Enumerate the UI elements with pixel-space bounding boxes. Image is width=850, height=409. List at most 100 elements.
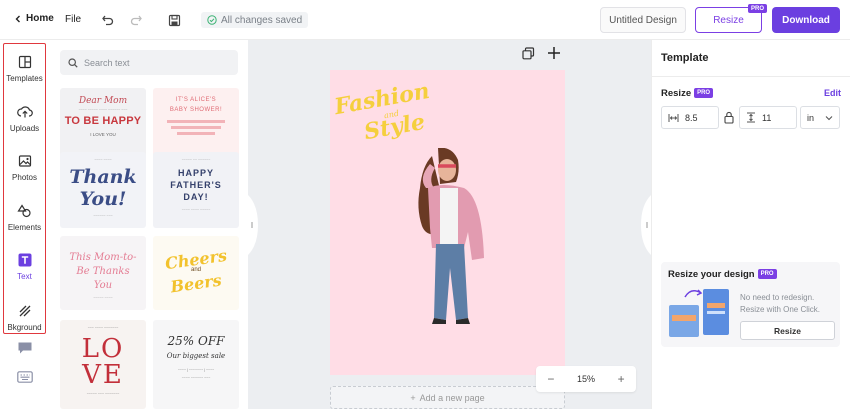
height-icon (747, 112, 755, 123)
card-text: Be Thanks (76, 266, 130, 277)
feedback-icon[interactable] (17, 341, 33, 355)
rail-label: Text (17, 271, 32, 281)
file-menu[interactable]: File (65, 14, 81, 25)
save-status: All changes saved (201, 12, 309, 28)
rail-item-text[interactable]: Text (3, 242, 46, 290)
template-card-sale[interactable]: 25% OFF Our biggest sale ~~~~ | ~~~~~~~ … (153, 320, 239, 409)
keyboard-icon[interactable] (17, 370, 33, 384)
card-text: HAPPY (177, 168, 214, 178)
card-line (167, 120, 225, 123)
card-fine-print: ~~~~~ ~~~~ (93, 296, 113, 300)
template-card-mom-to-be[interactable]: This Mom-to- Be Thanks You ~~~~~ ~~~~ (60, 236, 146, 310)
card-text: Our biggest sale (166, 352, 226, 360)
resize-heading: Resize (661, 88, 692, 99)
width-field[interactable]: 8.5 (661, 106, 719, 129)
unit-select[interactable]: in (800, 106, 840, 129)
template-card-baby-shower[interactable]: IT'S ALICE'S BABY SHOWER! (153, 88, 239, 162)
card-fine-print: ~~~~~~ ~~~ (93, 214, 113, 218)
card-text: You (93, 280, 113, 291)
search-input[interactable]: Search text (84, 58, 130, 68)
model-photo[interactable] (402, 148, 502, 324)
template-card-dear-mom[interactable]: Dear Mom ~~~~ ~~~~~ ~~~~ ~~~~~~ ~~~ TO B… (60, 88, 146, 162)
card-text: FATHER'S (170, 180, 222, 190)
promo-title: Resize your design PRO (668, 269, 777, 280)
chevron-down-icon (825, 115, 833, 120)
design-title[interactable]: Untitled Design (600, 7, 686, 33)
collapse-handle-left[interactable] (248, 195, 258, 255)
rail-label: Bkground (7, 322, 42, 332)
divider (651, 76, 850, 77)
add-page-label: Add a new page (419, 392, 485, 403)
card-fine-print: ~~~~ ~~~~ (94, 158, 112, 162)
top-bar: Home File All changes saved Untitled Des… (0, 0, 850, 40)
resize-illustration (669, 289, 729, 337)
width-value: 8.5 (685, 112, 698, 123)
template-card-cheers-beers[interactable]: Cheers and Beers (153, 236, 239, 310)
card-text: IT'S ALICE'S (175, 97, 217, 103)
template-card-fathers-day[interactable]: ~~~~~ ~~ ~~~~~~ HAPPY FATHER'S DAY! ~~~~… (153, 152, 239, 228)
card-fine-print: ~~~ ~~~~ ~~~~~~~ (87, 326, 119, 330)
headline-style[interactable]: Style (362, 109, 427, 145)
promo-resize-button[interactable]: Resize (740, 321, 835, 340)
home-button[interactable]: Home (14, 13, 54, 24)
template-card-love[interactable]: ~~~ ~~~~ ~~~~~~~ LO VE ~~~~~ ~~~ ~~~~~~~ (60, 320, 146, 409)
rail-item-elements[interactable]: Elements (3, 193, 46, 241)
add-page-icon[interactable] (547, 46, 562, 61)
card-line (171, 126, 221, 129)
undo-icon[interactable] (100, 12, 116, 28)
save-icon[interactable] (166, 12, 182, 28)
card-text: TO BE HAPPY (64, 115, 142, 127)
edit-link[interactable]: Edit (824, 88, 841, 98)
card-text: Dear Mom (78, 96, 128, 106)
collapse-handle-right[interactable] (641, 195, 651, 255)
check-circle-icon (207, 15, 217, 25)
duplicate-page-icon[interactable] (522, 47, 536, 61)
add-page-button[interactable]: + Add a new page (330, 386, 565, 409)
plus-icon: + (410, 392, 416, 403)
height-field[interactable]: 11 (739, 106, 797, 129)
pro-badge: PRO (748, 4, 767, 13)
template-card-thank-you[interactable]: ~~~~ ~~~~ Thank You! ~~~~~~ ~~~ (60, 152, 146, 228)
search-bar[interactable]: Search text (60, 50, 238, 75)
design-page[interactable]: Fashion and Style (330, 70, 565, 375)
card-fine-print: ~~~~ ~~~~ ~~~~~ (181, 208, 211, 212)
zoom-level: 15% (576, 374, 595, 384)
card-fine-print: ~~~~~ ~~~ ~~~~~~~ (86, 392, 120, 396)
pro-badge: PRO (694, 88, 714, 99)
rail-item-background[interactable]: Bkground (3, 293, 46, 341)
rail-item-uploads[interactable]: Uploads (3, 94, 46, 142)
card-text: This Mom-to- (69, 252, 137, 263)
card-line (177, 132, 215, 135)
rail-label: Templates (6, 73, 43, 83)
card-fine-print: ~~~~ | ~~~~~~~ | ~~~~ (177, 368, 215, 372)
rail-label: Uploads (9, 123, 40, 133)
rail-label: Elements (7, 222, 42, 232)
zoom-out-button[interactable]: − (547, 372, 554, 386)
zoom-control: − 15% + (536, 366, 636, 392)
card-fine-print: ~~~~ ~~~~~ ~~~~ ~~~~~~ ~~~ (78, 108, 128, 112)
text-icon (17, 252, 33, 268)
chevron-left-icon (15, 15, 20, 22)
zoom-in-button[interactable]: + (618, 372, 625, 386)
card-text: Thank (69, 166, 137, 188)
pro-badge: PRO (757, 269, 777, 280)
height-value: 11 (762, 112, 772, 123)
rail-label: Photos (12, 172, 37, 182)
card-text: VE (82, 360, 124, 390)
redo-icon[interactable] (128, 12, 144, 28)
search-icon (68, 57, 78, 68)
templates-icon (17, 54, 33, 70)
card-text: 25% OFF (167, 334, 225, 348)
rail-item-templates[interactable]: Templates (3, 44, 46, 92)
panel-title: Template (661, 52, 709, 64)
background-icon (17, 303, 33, 319)
card-text: I LOVE YOU (90, 132, 116, 137)
rail-item-photos[interactable]: Photos (3, 143, 46, 191)
download-button[interactable]: Download (772, 7, 840, 33)
unit-value: in (807, 112, 815, 123)
photo-icon (17, 153, 33, 169)
lock-icon[interactable] (724, 111, 734, 124)
width-icon (668, 113, 679, 122)
upload-icon (16, 104, 33, 120)
card-fine-print: ~~~~~ ~~ ~~~~~~ (181, 158, 211, 162)
